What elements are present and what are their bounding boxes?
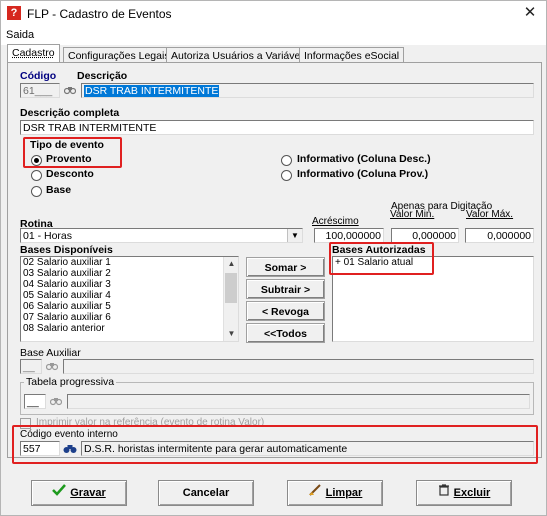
radio-base[interactable] [31, 186, 42, 197]
acrescimo-field[interactable]: 100,000000 [314, 228, 384, 243]
tabela-code-field[interactable]: __ [24, 394, 46, 409]
list-item[interactable]: 03 Salario auxiliar 2 [21, 268, 238, 279]
somar-button[interactable]: Somar > [246, 257, 325, 277]
tab-label: Configurações Legais [68, 50, 170, 62]
limpar-label: Limpar [325, 487, 363, 499]
radio-informativo-prov[interactable] [281, 170, 292, 181]
base-auxiliar-desc-field[interactable] [63, 359, 534, 374]
base-auxiliar-code-field[interactable]: __ [20, 359, 42, 374]
app-icon: ? [7, 6, 21, 20]
highlight-tipo-evento [23, 137, 122, 168]
scrollbar[interactable]: ▲ ▼ [223, 257, 238, 341]
bases-disponiveis-list[interactable]: 02 Salario auxiliar 1 03 Salario auxilia… [20, 256, 239, 342]
menu-item-saida[interactable]: Saida [6, 29, 34, 41]
checkmark-icon [52, 481, 67, 505]
list-item[interactable]: 05 Salario auxiliar 4 [21, 290, 238, 301]
radio-informativo-desc[interactable] [281, 155, 292, 166]
close-icon[interactable]: ✕ [522, 4, 538, 22]
trash-icon [438, 481, 450, 505]
informativo-desc-label: Informativo (Coluna Desc.) [297, 153, 431, 165]
tab-label: Autoriza Usuários a Variáveis [171, 50, 308, 62]
acrescimo-label: Acréscimo [312, 216, 359, 227]
binoculars-icon[interactable] [61, 83, 79, 99]
valor-min-field[interactable]: 0,000000 [391, 228, 459, 243]
tabela-progressiva-label: Tabela progressiva [24, 376, 117, 388]
limpar-button[interactable]: Limpar [287, 480, 383, 506]
cancelar-label: Cancelar [182, 487, 230, 499]
excluir-button[interactable]: Excluir [416, 480, 512, 506]
window-title: FLP - Cadastro de Eventos [27, 7, 172, 21]
list-item[interactable]: 08 Salario anterior [21, 323, 238, 334]
descricao-completa-field[interactable]: DSR TRAB INTERMITENTE [20, 120, 534, 135]
revoga-label: < Revoga [262, 306, 309, 318]
revoga-button[interactable]: < Revoga [246, 301, 325, 321]
tab-cadastro-label: Cadastro [12, 47, 55, 59]
subtrair-label: Subtrair > [260, 284, 311, 296]
list-item[interactable]: 04 Salario auxiliar 3 [21, 279, 238, 290]
descricao-completa-label: Descrição completa [20, 107, 120, 119]
valor-max-field[interactable]: 0,000000 [465, 228, 534, 243]
descricao-field[interactable]: DSR TRAB INTERMITENTE [81, 83, 534, 98]
binoculars-icon[interactable] [43, 359, 61, 375]
somar-label: Somar > [264, 262, 307, 274]
codigo-value: 61 [23, 85, 35, 97]
rotina-select[interactable]: 01 - Horas ▼ [20, 228, 303, 243]
list-item[interactable]: 02 Salario auxiliar 1 [21, 257, 238, 268]
codigo-label: Código [20, 70, 57, 82]
scroll-up-icon[interactable]: ▲ [224, 257, 238, 271]
list-item[interactable]: 06 Salario auxiliar 5 [21, 301, 238, 312]
rotina-value: 01 - Horas [23, 230, 73, 242]
scroll-down-icon[interactable]: ▼ [224, 327, 238, 341]
todos-button[interactable]: <<Todos [246, 323, 325, 343]
highlight-bases-autorizadas [329, 242, 434, 275]
informativo-prov-label: Informativo (Coluna Prov.) [297, 168, 429, 180]
gravar-button[interactable]: Gravar [31, 480, 127, 506]
base-label: Base [46, 184, 72, 196]
menu-bar: Saida [1, 27, 546, 45]
excluir-label: Excluir [453, 487, 491, 499]
list-item[interactable]: 07 Salario auxiliar 6 [21, 312, 238, 323]
valor-max-label: Valor Máx. [466, 209, 514, 220]
descricao-label: Descrição [77, 70, 128, 82]
codigo-field[interactable]: 61___ [20, 83, 60, 98]
bases-disponiveis-label: Bases Disponíveis [20, 244, 113, 256]
subtrair-button[interactable]: Subtrair > [246, 279, 325, 299]
desconto-label: Desconto [46, 168, 94, 180]
title-bar: ? FLP - Cadastro de Eventos ✕ [1, 1, 546, 27]
binoculars-icon[interactable] [47, 394, 65, 410]
base-auxiliar-label: Base Auxiliar [20, 347, 81, 359]
gravar-label: Gravar [70, 487, 106, 499]
descricao-value: DSR TRAB INTERMITENTE [84, 85, 220, 97]
scroll-thumb[interactable] [225, 273, 237, 303]
radio-desconto[interactable] [31, 170, 42, 181]
tabela-desc-field[interactable] [67, 394, 530, 409]
valor-min-label: Valor Min. [390, 209, 435, 220]
tab-label: Informações eSocial [304, 50, 400, 62]
cancelar-button[interactable]: Cancelar [158, 480, 254, 506]
chevron-down-icon[interactable]: ▼ [287, 229, 302, 242]
broom-icon [308, 481, 322, 505]
event-registration-window: ? FLP - Cadastro de Eventos ✕ Saida Cada… [0, 0, 547, 516]
highlight-codigo-interno [12, 425, 538, 464]
todos-label: <<Todos [264, 328, 307, 340]
